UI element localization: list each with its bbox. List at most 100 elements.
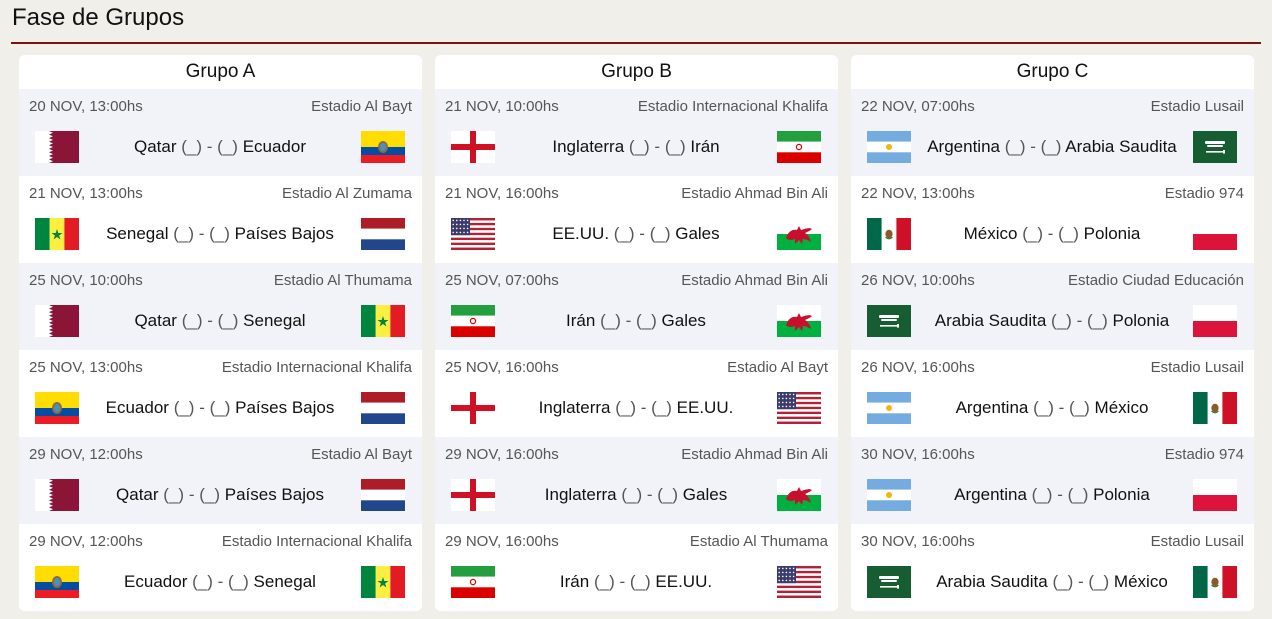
score-separator: -: [207, 311, 213, 330]
home-score: (_): [1004, 137, 1026, 156]
ecuador-flag-icon: [35, 392, 79, 424]
away-score: (_): [228, 572, 249, 591]
home-team: Ecuador: [105, 398, 169, 417]
match-stadium: Estadio Ciudad Educación: [1068, 272, 1244, 289]
match-line: Argentina (_) - (_) Polonia: [911, 485, 1193, 505]
match-line: EE.UU. (_) - (_) Gales: [495, 224, 777, 244]
qatar-flag-icon: [35, 479, 79, 511]
away-score: (_): [657, 485, 679, 504]
netherlands-flag-icon: [361, 218, 405, 250]
home-team: México: [963, 224, 1018, 243]
home-team: Qatar: [116, 485, 159, 504]
match-info: 29 NOV, 16:00hs Estadio Ahmad Bin Ali: [435, 437, 838, 468]
away-team: México: [1113, 572, 1168, 591]
match-stadium: Estadio Internacional Khalifa: [637, 98, 828, 115]
home-team: EE.UU.: [552, 224, 610, 243]
match-info: 25 NOV, 16:00hs Estadio Al Bayt: [435, 350, 838, 381]
match-teams: Qatar (_) - (_) Países Bajos: [19, 468, 422, 511]
match-info: 25 NOV, 10:00hs Estadio Al Thumama: [19, 263, 422, 294]
match-info: 30 NOV, 16:00hs Estadio 974: [851, 437, 1254, 468]
match-teams: Inglaterra (_) - (_) EE.UU.: [435, 381, 838, 424]
match-stadium: Estadio Ahmad Bin Ali: [681, 185, 828, 202]
match-line: Argentina (_) - (_) México: [911, 398, 1193, 418]
match-row: 29 NOV, 16:00hs Estadio Ahmad Bin Ali In…: [435, 437, 838, 524]
match-row: 22 NOV, 07:00hs Estadio Lusail Argentina…: [851, 89, 1254, 176]
home-score: (_): [1031, 485, 1053, 504]
match-row: 25 NOV, 10:00hs Estadio Al Thumama Qatar…: [19, 263, 422, 350]
match-row: 25 NOV, 07:00hs Estadio Ahmad Bin Ali Ir…: [435, 263, 838, 350]
away-team: Ecuador: [242, 137, 307, 156]
match-teams: Senegal (_) - (_) Países Bajos: [19, 207, 422, 250]
match-teams: Ecuador (_) - (_) Países Bajos: [19, 381, 422, 424]
home-team: Inglaterra: [544, 485, 617, 504]
england-flag-icon: [451, 131, 495, 163]
mexico-flag-icon: [1193, 392, 1237, 424]
match-stadium: Estadio Lusail: [1150, 359, 1244, 376]
match-line: Arabia Saudita (_) - (_) Polonia: [911, 311, 1193, 331]
match-line: Ecuador (_) - (_) Senegal: [79, 572, 361, 592]
away-team: Polonia: [1083, 224, 1141, 243]
match-teams: Arabia Saudita (_) - (_) México: [851, 555, 1254, 598]
usa-flag-icon: [777, 392, 821, 424]
home-score: (_): [1051, 311, 1072, 330]
score-separator: -: [619, 572, 626, 591]
ecuador-flag-icon: [35, 566, 79, 598]
match-teams: Inglaterra (_) - (_) Irán: [435, 120, 838, 163]
score-separator: -: [646, 485, 653, 504]
home-score: (_): [163, 485, 185, 504]
match-teams: Arabia Saudita (_) - (_) Polonia: [851, 294, 1254, 337]
away-score: (_): [649, 224, 671, 243]
home-score: (_): [1022, 224, 1043, 243]
match-datetime: 22 NOV, 13:00hs: [861, 185, 975, 202]
iran-flag-icon: [451, 305, 495, 337]
match-line: Irán (_) - (_) Gales: [495, 311, 777, 331]
mexico-flag-icon: [867, 218, 911, 250]
home-team: Irán: [559, 572, 590, 591]
home-score: (_): [615, 398, 636, 417]
match-datetime: 22 NOV, 07:00hs: [861, 98, 975, 115]
england-flag-icon: [451, 392, 495, 424]
score-separator: -: [1076, 311, 1083, 330]
match-stadium: Estadio Ahmad Bin Ali: [681, 272, 828, 289]
score-separator: -: [639, 224, 645, 243]
match-stadium: Estadio Al Bayt: [311, 98, 412, 115]
match-datetime: 25 NOV, 16:00hs: [445, 359, 559, 376]
iran-flag-icon: [777, 131, 821, 163]
match-row: 26 NOV, 16:00hs Estadio Lusail Argentina…: [851, 350, 1254, 437]
argentina-flag-icon: [867, 479, 911, 511]
match-teams: Ecuador (_) - (_) Senegal: [19, 555, 422, 598]
match-datetime: 29 NOV, 12:00hs: [29, 446, 143, 463]
usa-flag-icon: [451, 218, 495, 250]
home-team: Qatar: [133, 137, 177, 156]
match-info: 21 NOV, 13:00hs Estadio Al Zumama: [19, 176, 422, 207]
match-row: 21 NOV, 13:00hs Estadio Al Zumama Senega…: [19, 176, 422, 263]
match-line: Inglaterra (_) - (_) Irán: [495, 137, 777, 157]
score-separator: -: [1057, 485, 1063, 504]
home-team: Arabia Saudita: [934, 311, 1047, 330]
netherlands-flag-icon: [361, 479, 405, 511]
match-stadium: Estadio 974: [1164, 446, 1244, 463]
match-row: 21 NOV, 16:00hs Estadio Ahmad Bin Ali EE…: [435, 176, 838, 263]
poland-flag-icon: [1193, 305, 1237, 337]
match-row: 20 NOV, 13:00hs Estadio Al Bayt Qatar (_…: [19, 89, 422, 176]
match-row: 25 NOV, 16:00hs Estadio Al Bayt Inglater…: [435, 350, 838, 437]
match-datetime: 25 NOV, 10:00hs: [29, 272, 143, 289]
mexico-flag-icon: [1193, 566, 1237, 598]
match-info: 21 NOV, 16:00hs Estadio Ahmad Bin Ali: [435, 176, 838, 207]
match-row: 29 NOV, 12:00hs Estadio Al Bayt Qatar (_…: [19, 437, 422, 524]
match-info: 21 NOV, 10:00hs Estadio Internacional Kh…: [435, 89, 838, 120]
home-score: (_): [173, 224, 194, 243]
match-info: 29 NOV, 16:00hs Estadio Al Thumama: [435, 524, 838, 555]
away-team: Irán: [690, 137, 720, 156]
match-datetime: 29 NOV, 16:00hs: [445, 533, 559, 550]
away-score: (_): [1067, 485, 1089, 504]
match-line: Qatar (_) - (_) Ecuador: [79, 137, 361, 157]
usa-flag-icon: [777, 566, 821, 598]
match-teams: Argentina (_) - (_) Arabia Saudita: [851, 120, 1254, 163]
home-team: Arabia Saudita: [936, 572, 1048, 591]
away-team: Arabia Saudita: [1065, 137, 1177, 156]
away-team: Senegal: [253, 572, 316, 591]
match-datetime: 29 NOV, 16:00hs: [445, 446, 559, 463]
match-datetime: 21 NOV, 13:00hs: [29, 185, 143, 202]
score-separator: -: [1047, 224, 1054, 243]
